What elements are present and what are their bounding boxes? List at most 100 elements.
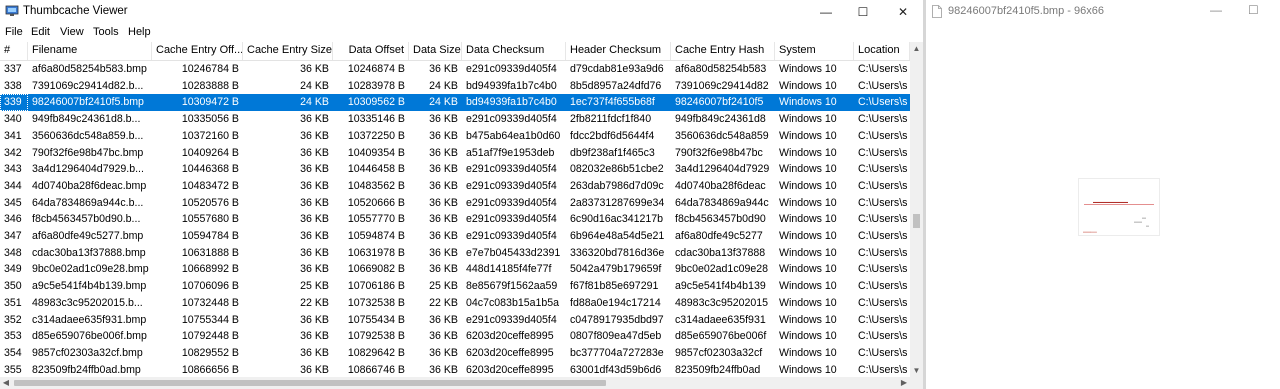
table-row[interactable]: 351 48983c3c95202015.b... 10732448 B 22 KB 1…	[0, 295, 910, 312]
cell-filename: 98246007bf2410f5.bmp	[32, 96, 144, 109]
cell-data-checksum: e291c09339d405f4	[466, 179, 557, 192]
scroll-down-arrow-icon[interactable]: ▼	[910, 364, 923, 377]
cell-cache-entry-hash: cdac30ba13f37888	[675, 246, 766, 259]
cell-header-checksum: 2fb8211fdcf1f840	[570, 113, 652, 126]
col-header-cache-entry-size[interactable]: Cache Entry Size	[243, 42, 333, 60]
entry-list: 337 af6a80d58254b583.bmp 10246784 B 36 KB 10…	[0, 61, 910, 377]
cell-filename: 48983c3c95202015.b...	[32, 296, 143, 309]
cell-location: C:\Users\s	[858, 146, 908, 159]
cell-data-offset: 10520666 B	[347, 196, 405, 209]
menu-help[interactable]: Help	[126, 26, 153, 38]
cell-system: Windows 10	[779, 79, 837, 92]
menu-file[interactable]: File	[3, 26, 25, 38]
scroll-up-arrow-icon[interactable]: ▲	[910, 42, 923, 55]
cell-system: Windows 10	[779, 213, 837, 226]
col-header-index[interactable]: #	[0, 42, 28, 60]
table-row[interactable]: 352 c314adaee635f931.bmp 10755344 B 36 KB 10…	[0, 312, 910, 329]
menu-view[interactable]: View	[58, 26, 86, 38]
window-title: Thumbcache Viewer	[23, 5, 128, 17]
table-row[interactable]: 339 98246007bf2410f5.bmp 10309472 B 24 KB 10…	[0, 94, 910, 112]
table-row[interactable]: 346 f8cb4563457b0d90.b... 10557680 B 36 KB 1…	[0, 211, 910, 228]
cell-header-checksum: 8b5d8957a24dfd76	[570, 79, 662, 92]
table-row[interactable]: 342 790f32f6e98b47bc.bmp 10409264 B 36 KB 10…	[0, 145, 910, 162]
cell-cache-entry-offset: 10246784 B	[181, 63, 239, 75]
cell-filename: 4d0740ba28f6deac.bmp	[32, 179, 147, 192]
col-header-filename[interactable]: Filename	[28, 42, 152, 60]
cell-cache-entry-offset: 10631888 B	[181, 246, 239, 259]
vertical-scrollbar[interactable]: ▲ ▼	[910, 42, 923, 377]
table-row[interactable]: 355 823509fb24ffb0ad.bmp 10866656 B 36 KB 10…	[0, 362, 910, 377]
table-row[interactable]: 347 af6a80dfe49c5277.bmp 10594784 B 36 KB 10…	[0, 228, 910, 245]
col-header-system[interactable]: System	[775, 42, 854, 60]
cell-data-checksum: e291c09339d405f4	[466, 113, 557, 126]
cell-index: 349	[4, 263, 22, 276]
cell-cache-entry-offset: 10409264 B	[181, 146, 239, 159]
horizontal-scrollbar[interactable]: ◀ ▶	[0, 377, 910, 389]
cell-header-checksum: 6c90d16ac341217b	[570, 213, 664, 226]
col-header-data-offset[interactable]: Data Offset	[333, 42, 409, 60]
cell-index: 351	[4, 296, 22, 309]
cell-cache-entry-hash: c314adaee635f931	[675, 313, 766, 326]
table-row[interactable]: 353 d85e659076be006f.bmp 10792448 B 36 KB 10…	[0, 328, 910, 345]
viewer-maximize-button[interactable]: ☐	[1248, 3, 1259, 17]
cell-location: C:\Users\s	[858, 296, 908, 309]
table-row[interactable]: 354 9857cf02303a32cf.bmp 10829552 B 36 KB 10…	[0, 345, 910, 362]
cell-system: Windows 10	[779, 146, 837, 159]
cell-system: Windows 10	[779, 263, 837, 276]
cell-system: Windows 10	[779, 230, 837, 242]
col-header-data-checksum[interactable]: Data Checksum	[462, 42, 566, 60]
cell-index: 337	[4, 63, 22, 75]
cell-location: C:\Users\s	[858, 230, 908, 242]
viewer-minimize-button[interactable]: —	[1210, 3, 1222, 17]
col-header-cache-entry-offset[interactable]: Cache Entry Off...	[152, 42, 243, 60]
col-header-header-checksum[interactable]: Header Checksum	[566, 42, 671, 60]
cell-data-size: 36 KB	[429, 363, 458, 376]
title-bar[interactable]: Thumbcache Viewer — ☐ ✕	[0, 0, 923, 24]
cell-location: C:\Users\s	[858, 346, 908, 359]
cell-cache-entry-size: 36 KB	[300, 163, 329, 176]
cell-filename: af6a80dfe49c5277.bmp	[32, 230, 144, 242]
cell-filename: cdac30ba13f37888.bmp	[32, 246, 146, 259]
horizontal-scroll-thumb[interactable]	[14, 380, 606, 386]
cell-cache-entry-size: 36 KB	[300, 146, 329, 159]
cell-cache-entry-offset: 10520576 B	[181, 196, 239, 209]
menu-edit[interactable]: Edit	[29, 26, 52, 38]
table-row[interactable]: 345 64da7834869a944c.b... 10520576 B 36 KB 1…	[0, 195, 910, 212]
thumbnail-preview-image: ▬▬▬▬▬▬▬▬▬▬ ▪▪▪▪ ▪▪▪▪▪▪▪▪ ▪▪▪ ▪▪▪▪▪▪▪▪▪▪▪…	[1079, 179, 1159, 235]
cell-header-checksum: fd88a0e194c17214	[570, 296, 661, 309]
col-header-location[interactable]: Location	[854, 42, 910, 60]
table-row[interactable]: 341 3560636dc548a859.b... 10372160 B 36 KB 1…	[0, 128, 910, 145]
table-row[interactable]: 349 9bc0e02ad1c09e28.bmp 10668992 B 36 KB 10…	[0, 261, 910, 278]
table-row[interactable]: 343 3a4d1296404d7929.b... 10446368 B 36 KB 1…	[0, 161, 910, 178]
scroll-right-arrow-icon[interactable]: ▶	[898, 377, 910, 389]
cell-cache-entry-size: 24 KB	[300, 96, 329, 109]
table-row[interactable]: 340 949fb849c24361d8.b... 10335056 B 36 KB 1…	[0, 111, 910, 128]
cell-index: 345	[4, 196, 22, 209]
cell-system: Windows 10	[779, 313, 837, 326]
cell-cache-entry-offset: 10372160 B	[181, 129, 239, 142]
menu-tools[interactable]: Tools	[91, 26, 121, 38]
cell-system: Windows 10	[779, 346, 837, 359]
table-row[interactable]: 350 a9c5e541f4b4b139.bmp 10706096 B 25 KB 10…	[0, 278, 910, 295]
cell-index: 344	[4, 179, 22, 192]
col-header-data-size[interactable]: Data Size	[409, 42, 462, 60]
vertical-scroll-thumb[interactable]	[913, 214, 920, 228]
cell-cache-entry-size: 25 KB	[300, 280, 329, 293]
cell-system: Windows 10	[779, 96, 837, 109]
close-button[interactable]: ✕	[880, 0, 926, 24]
table-row[interactable]: 344 4d0740ba28f6deac.bmp 10483472 B 36 KB 10…	[0, 178, 910, 195]
cell-cache-entry-size: 36 KB	[300, 363, 329, 376]
cell-data-offset: 10409354 B	[347, 146, 405, 159]
table-row[interactable]: 338 7391069c29414d82.b... 10283888 B 24 KB 1…	[0, 78, 910, 95]
cell-data-size: 36 KB	[429, 129, 458, 142]
cell-cache-entry-size: 36 KB	[300, 230, 329, 242]
col-header-cache-entry-hash[interactable]: Cache Entry Hash	[671, 42, 775, 60]
cell-data-size: 36 KB	[429, 163, 458, 176]
cell-filename: c314adaee635f931.bmp	[32, 313, 147, 326]
scroll-left-arrow-icon[interactable]: ◀	[0, 377, 12, 389]
cell-data-checksum: e291c09339d405f4	[466, 213, 557, 226]
cell-index: 346	[4, 213, 22, 226]
table-row[interactable]: 348 cdac30ba13f37888.bmp 10631888 B 36 KB 10…	[0, 245, 910, 262]
cell-data-size: 24 KB	[429, 96, 458, 109]
table-row[interactable]: 337 af6a80d58254b583.bmp 10246784 B 36 KB 10…	[0, 61, 910, 78]
